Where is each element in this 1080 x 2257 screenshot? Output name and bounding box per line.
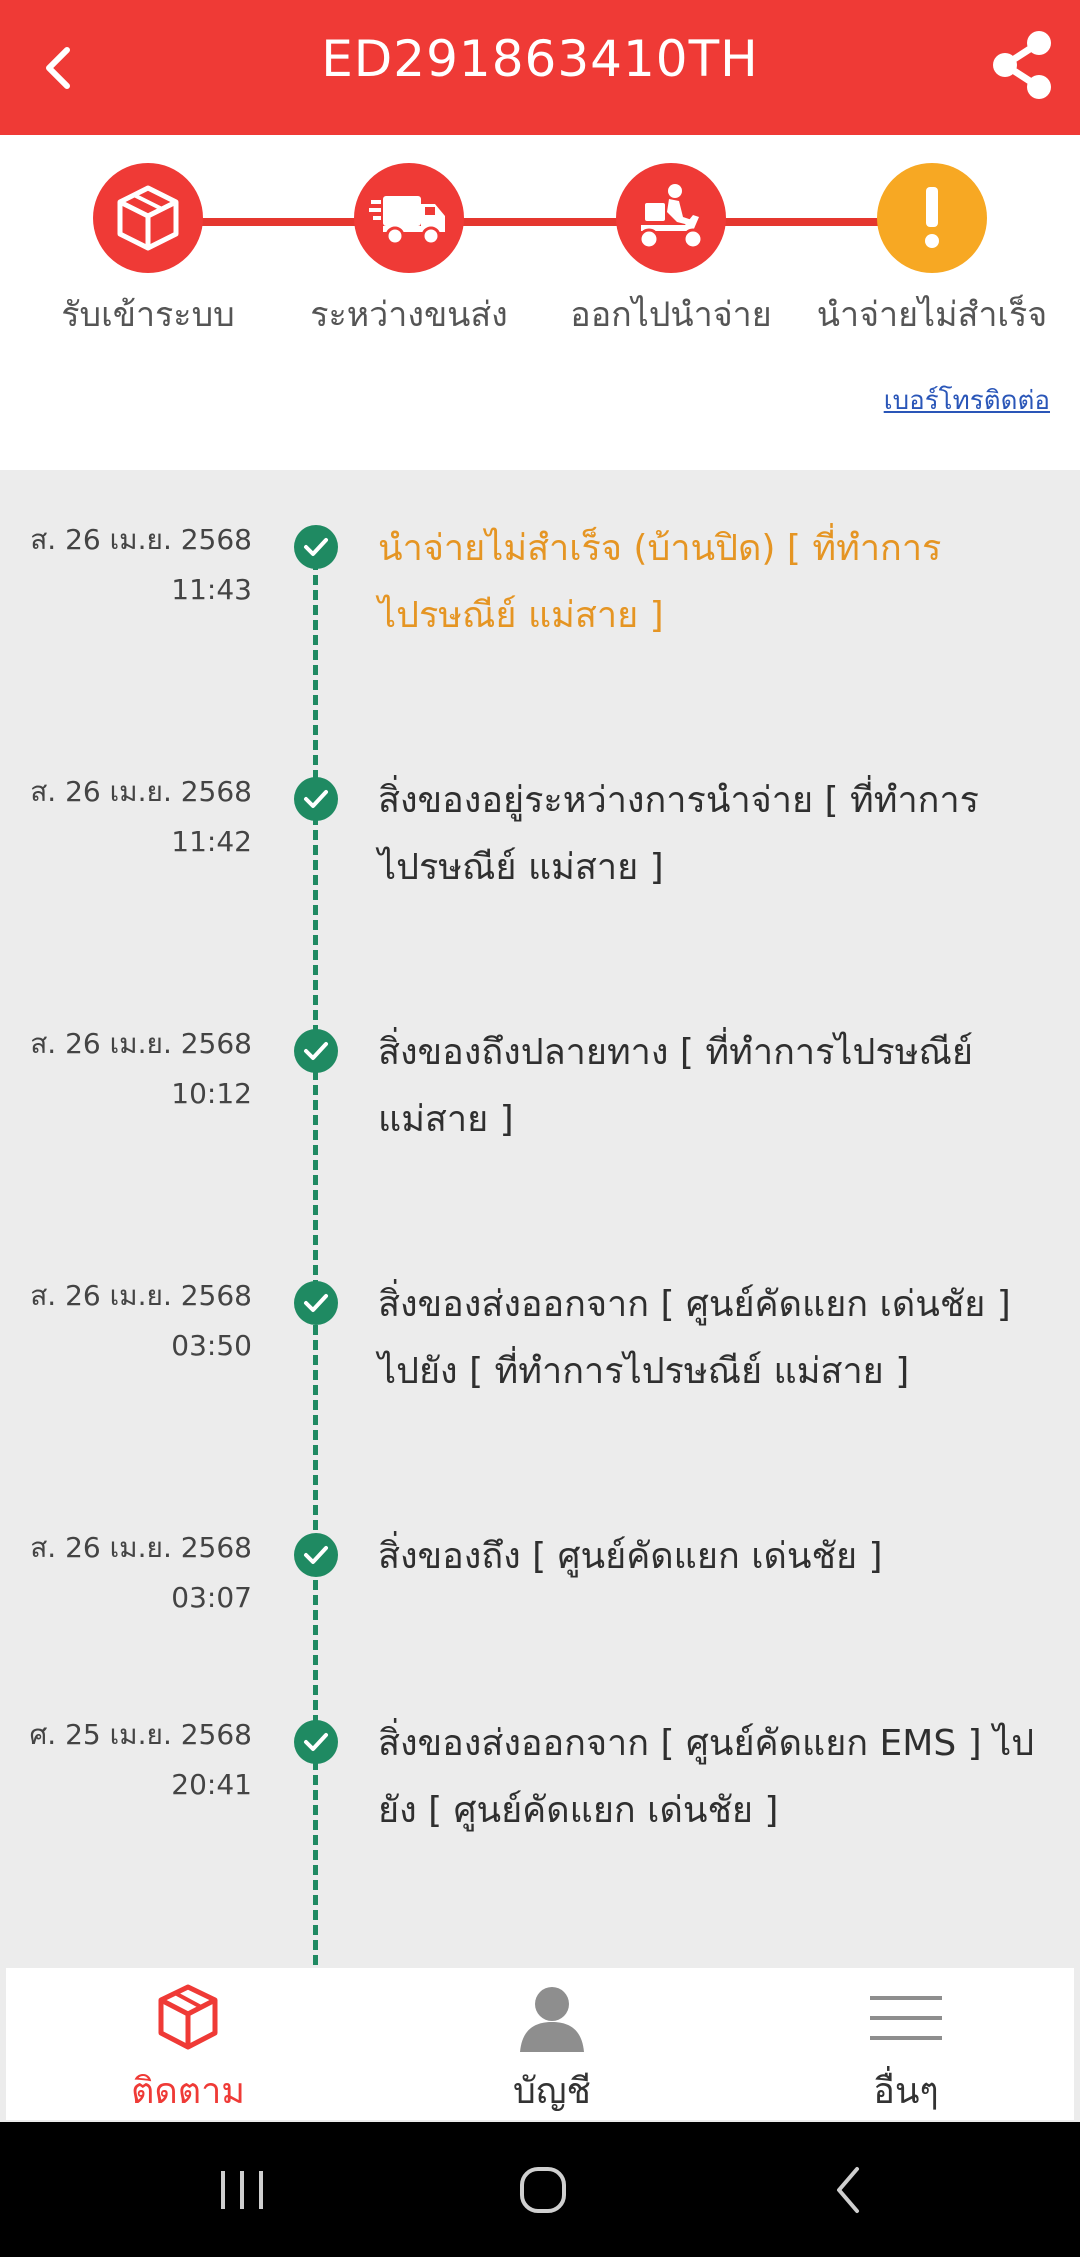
event-date: ส. 26 เม.ย. 2568 bbox=[30, 1279, 252, 1312]
status-progress: รับเข้าระบบ ระหว่างขนส่ง ออกไปนำจ่าย นำจ… bbox=[0, 135, 1080, 470]
box-icon bbox=[117, 185, 179, 251]
step-label: นำจ่ายไม่สำเร็จ bbox=[816, 295, 1048, 335]
event-date: ส. 26 เม.ย. 2568 bbox=[30, 1531, 252, 1564]
event-description: สิ่งของถึงปลายทาง [ ที่ทำการไปรษณีย์ แม่… bbox=[378, 1032, 973, 1140]
step-label: รับเข้าระบบ bbox=[61, 295, 235, 335]
package-icon bbox=[158, 1984, 218, 2050]
system-back-button[interactable] bbox=[808, 2152, 888, 2228]
recent-apps-icon bbox=[221, 2171, 263, 2209]
check-icon bbox=[294, 1533, 338, 1577]
event-time: 03:50 bbox=[171, 1329, 252, 1362]
step-delivery-failed: นำจ่ายไม่สำเร็จ bbox=[802, 163, 1062, 341]
bottom-navigation: ติดตาม บัญชี อื่นๆ bbox=[6, 1968, 1074, 2120]
step-circle bbox=[93, 163, 203, 273]
event-time: 11:42 bbox=[171, 825, 252, 858]
chevron-left-icon bbox=[837, 2167, 859, 2213]
event-description: สิ่งของส่งออกจาก [ ศูนย์คัดแยก เด่นชัย ]… bbox=[378, 1284, 1011, 1392]
system-navigation-bar bbox=[0, 2122, 1080, 2257]
event-date: ส. 26 เม.ย. 2568 bbox=[30, 523, 252, 556]
nav-account[interactable]: บัญชี bbox=[452, 1978, 652, 2119]
tracking-timeline: ส. 26 เม.ย. 2568 11:43 นำจ่ายไม่สำเร็จ (… bbox=[0, 470, 1080, 1965]
nav-track[interactable]: ติดตาม bbox=[88, 1978, 288, 2119]
nav-label: บัญชี bbox=[513, 2071, 591, 2112]
user-icon bbox=[520, 1987, 584, 2052]
step-circle bbox=[877, 163, 987, 273]
home-icon bbox=[520, 2167, 566, 2213]
event-time: 10:12 bbox=[171, 1077, 252, 1110]
event-description: สิ่งของอยู่ระหว่างการนำจ่าย [ ที่ทำการไป… bbox=[378, 780, 980, 888]
tracking-number-title: ED291863410TH bbox=[321, 30, 759, 88]
recent-apps-button[interactable] bbox=[202, 2152, 282, 2228]
check-icon bbox=[294, 1029, 338, 1073]
event-description: นำจ่ายไม่สำเร็จ (บ้านปิด) [ ที่ทำการไปรษ… bbox=[378, 528, 942, 636]
event-date: ส. 26 เม.ย. 2568 bbox=[30, 775, 252, 808]
check-icon bbox=[294, 1281, 338, 1325]
menu-icon bbox=[870, 1996, 942, 2040]
delivery-scooter-icon bbox=[638, 184, 704, 250]
truck-icon bbox=[369, 196, 445, 246]
contact-phone-link[interactable]: เบอร์โทรติดต่อ bbox=[884, 380, 1050, 421]
event-time: 03:07 bbox=[171, 1581, 252, 1614]
event-time: 20:41 bbox=[171, 1768, 252, 1801]
event-date: ศ. 25 เม.ย. 2568 bbox=[29, 1718, 253, 1751]
step-label: ระหว่างขนส่ง bbox=[310, 295, 508, 335]
event-date: ส. 26 เม.ย. 2568 bbox=[30, 1027, 252, 1060]
nav-label: อื่นๆ bbox=[873, 2071, 939, 2112]
event-description: สิ่งของส่งออกจาก [ ศูนย์คัดแยก EMS ] ไปย… bbox=[378, 1723, 1035, 1831]
event-time: 11:43 bbox=[171, 573, 252, 606]
step-circle bbox=[354, 163, 464, 273]
share-icon bbox=[993, 31, 1051, 99]
check-icon bbox=[294, 777, 338, 821]
exclamation-icon bbox=[925, 187, 939, 248]
step-in-transit: ระหว่างขนส่ง bbox=[279, 163, 539, 341]
nav-label: ติดตาม bbox=[130, 2071, 246, 2112]
step-circle bbox=[616, 163, 726, 273]
share-button[interactable] bbox=[988, 26, 1058, 104]
check-icon bbox=[294, 1720, 338, 1764]
home-button[interactable] bbox=[503, 2152, 583, 2228]
step-received: รับเข้าระบบ bbox=[18, 163, 278, 341]
check-icon bbox=[294, 525, 338, 569]
step-out-for-delivery: ออกไปนำจ่าย bbox=[541, 163, 801, 341]
step-label: ออกไปนำจ่าย bbox=[570, 295, 772, 335]
event-description: สิ่งของถึง [ ศูนย์คัดแยก เด่นชัย ] bbox=[378, 1536, 883, 1577]
nav-more[interactable]: อื่นๆ bbox=[806, 1978, 1006, 2119]
app-header: ED291863410TH bbox=[0, 0, 1080, 135]
